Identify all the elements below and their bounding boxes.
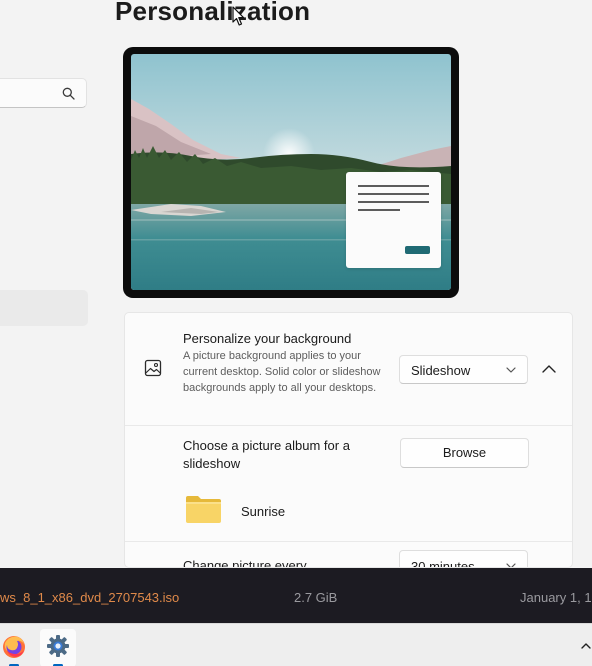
album-setting-title: Choose a picture album for a slideshow bbox=[183, 438, 350, 471]
chevron-down-icon bbox=[506, 367, 516, 373]
picture-icon bbox=[144, 359, 162, 377]
change-picture-interval-label: Change picture every bbox=[183, 558, 307, 568]
settings-search-box[interactable] bbox=[0, 78, 87, 108]
download-filename[interactable]: ws_8_1_x86_dvd_2707543.iso bbox=[0, 590, 179, 605]
folder-icon[interactable] bbox=[185, 494, 222, 524]
background-setting-title: Personalize your background bbox=[183, 331, 352, 346]
preview-window-mockup bbox=[346, 172, 441, 268]
settings-gear-icon bbox=[47, 635, 69, 657]
download-bar: ws_8_1_x86_dvd_2707543.iso 2.7 GiB Janua… bbox=[0, 568, 592, 623]
mouse-cursor-icon bbox=[232, 6, 245, 26]
chevron-up-icon[interactable] bbox=[539, 360, 559, 378]
show-hidden-icons-chevron-icon[interactable] bbox=[580, 641, 592, 651]
background-type-value: Slideshow bbox=[411, 363, 471, 378]
row-divider bbox=[125, 425, 572, 426]
firefox-icon[interactable] bbox=[2, 635, 26, 659]
browse-button[interactable]: Browse bbox=[400, 438, 529, 468]
settings-nav-pane bbox=[0, 0, 100, 568]
download-size: 2.7 GiB bbox=[294, 590, 338, 605]
row-divider bbox=[125, 541, 572, 542]
change-picture-interval-dropdown[interactable]: 30 minutes bbox=[399, 550, 528, 568]
interval-value: 30 minutes bbox=[411, 559, 475, 568]
taskbar bbox=[0, 623, 592, 666]
preview-window-button bbox=[405, 246, 430, 254]
background-setting-description: A picture background applies to your cur… bbox=[183, 350, 381, 394]
folder-name-label: Sunrise bbox=[241, 504, 286, 519]
background-type-dropdown[interactable]: Slideshow bbox=[399, 355, 528, 384]
nav-item-personalization-selected[interactable] bbox=[0, 290, 88, 326]
page-title: Personalization bbox=[115, 0, 311, 26]
background-settings-card: Personalize your background A picture ba… bbox=[124, 312, 573, 568]
download-date: January 1, 1 bbox=[520, 590, 592, 605]
settings-app-button[interactable] bbox=[40, 629, 76, 666]
search-icon[interactable] bbox=[62, 87, 75, 100]
